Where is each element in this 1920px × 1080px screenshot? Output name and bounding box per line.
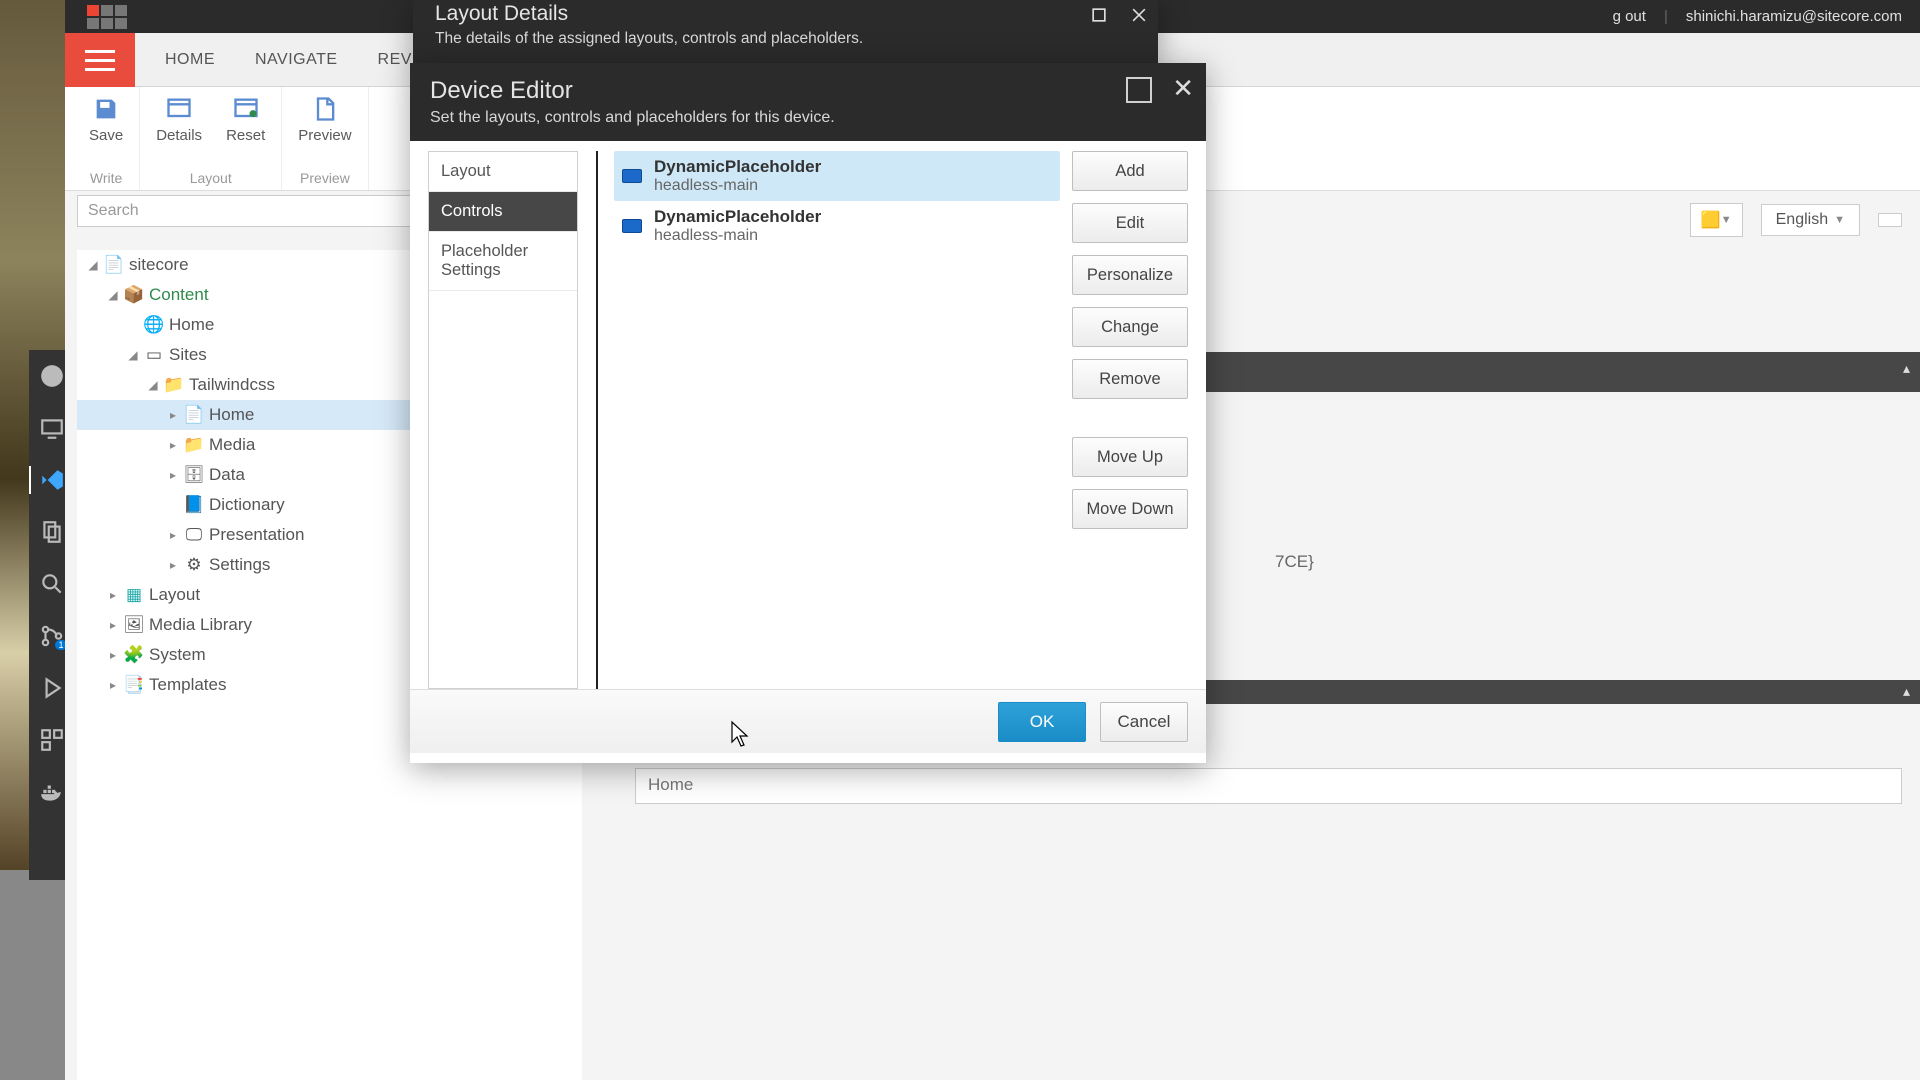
control-name: DynamicPlaceholder xyxy=(654,207,821,227)
maximize-button[interactable] xyxy=(1084,0,1114,30)
chevron-up-icon[interactable]: ▴ xyxy=(1903,360,1910,377)
dialog-footer: OK Cancel xyxy=(410,689,1206,753)
search-activity-icon[interactable] xyxy=(38,570,66,598)
flag-icon: 🟨 xyxy=(1701,210,1721,230)
group-label-write: Write xyxy=(89,170,123,186)
dialog-subtitle: Set the layouts, controls and placeholde… xyxy=(430,109,1186,127)
user-email[interactable]: shinichi.haramizu@sitecore.com xyxy=(1686,8,1902,25)
docker-icon[interactable] xyxy=(38,778,66,806)
dialog-title: Device Editor xyxy=(430,77,1186,105)
edit-button[interactable]: Edit xyxy=(1072,203,1188,243)
dialog-title: Layout Details xyxy=(413,0,1158,26)
chevron-up-icon[interactable]: ▴ xyxy=(1903,683,1910,700)
control-row[interactable]: DynamicPlaceholder headless-main xyxy=(614,201,1060,251)
guid-fragment: 7CE} xyxy=(1275,552,1314,572)
control-placeholder: headless-main xyxy=(654,177,821,195)
hamburger-menu-button[interactable] xyxy=(65,33,135,87)
device-editor-dialog: Device Editor Set the layouts, controls … xyxy=(410,63,1206,763)
tab-navigate[interactable]: NAVIGATE xyxy=(235,33,358,86)
vscode-icon[interactable] xyxy=(38,466,66,494)
maximize-button[interactable] xyxy=(1126,77,1152,103)
version-dropdown[interactable] xyxy=(1878,213,1902,227)
github-icon[interactable] xyxy=(38,362,66,390)
separator: | xyxy=(1664,8,1668,25)
control-row[interactable]: DynamicPlaceholder headless-main xyxy=(614,151,1060,201)
files-icon[interactable] xyxy=(38,518,66,546)
rendering-icon xyxy=(622,219,642,233)
source-control-icon[interactable]: 1 xyxy=(38,622,66,650)
preview-label: Preview xyxy=(298,127,351,144)
dialog-header: Device Editor Set the layouts, controls … xyxy=(410,63,1206,141)
details-button[interactable]: Details xyxy=(156,95,202,144)
flag-dropdown[interactable]: 🟨▼ xyxy=(1690,203,1743,237)
extensions-icon[interactable] xyxy=(38,726,66,754)
cancel-button[interactable]: Cancel xyxy=(1100,702,1188,742)
layout-details-dialog: Layout Details The details of the assign… xyxy=(413,0,1158,63)
close-button[interactable] xyxy=(1124,0,1154,30)
control-placeholder: headless-main xyxy=(654,227,821,245)
move-down-button[interactable]: Move Down xyxy=(1072,489,1188,529)
change-button[interactable]: Change xyxy=(1072,307,1188,347)
reset-button[interactable]: Reset xyxy=(226,95,265,144)
reset-label: Reset xyxy=(226,127,265,144)
personalize-button[interactable]: Personalize xyxy=(1072,255,1188,295)
language-label: English xyxy=(1776,211,1828,229)
debug-icon[interactable] xyxy=(38,674,66,702)
logout-link[interactable]: g out xyxy=(1613,8,1646,25)
tab-controls[interactable]: Controls xyxy=(429,192,577,232)
control-name: DynamicPlaceholder xyxy=(654,157,821,177)
search-placeholder: Search xyxy=(88,202,139,220)
field-home[interactable]: Home xyxy=(635,768,1902,804)
tab-layout[interactable]: Layout xyxy=(429,152,577,192)
tab-placeholder-settings[interactable]: Placeholder Settings xyxy=(429,232,577,291)
sitecore-logo-icon[interactable] xyxy=(87,5,127,29)
close-button[interactable]: ✕ xyxy=(1172,73,1194,104)
save-button[interactable]: Save xyxy=(89,95,123,144)
remove-button[interactable]: Remove xyxy=(1072,359,1188,399)
group-label-preview: Preview xyxy=(298,170,351,186)
language-dropdown[interactable]: English▼ xyxy=(1761,204,1860,236)
details-label: Details xyxy=(156,127,202,144)
device-editor-tabs: Layout Controls Placeholder Settings xyxy=(428,151,578,689)
add-button[interactable]: Add xyxy=(1072,151,1188,191)
ok-button[interactable]: OK xyxy=(998,702,1086,742)
save-label: Save xyxy=(89,127,123,144)
remote-icon[interactable] xyxy=(38,414,66,442)
controls-list: DynamicPlaceholder headless-main Dynamic… xyxy=(596,151,1060,689)
tab-home[interactable]: HOME xyxy=(145,33,235,86)
action-buttons: Add Edit Personalize Change Remove Move … xyxy=(1072,151,1188,689)
group-label-layout: Layout xyxy=(156,170,265,186)
dialog-subtitle: The details of the assigned layouts, con… xyxy=(413,26,1158,48)
rendering-icon xyxy=(622,169,642,183)
preview-button[interactable]: Preview xyxy=(298,95,351,144)
mouse-cursor-icon xyxy=(730,720,750,748)
move-up-button[interactable]: Move Up xyxy=(1072,437,1188,477)
